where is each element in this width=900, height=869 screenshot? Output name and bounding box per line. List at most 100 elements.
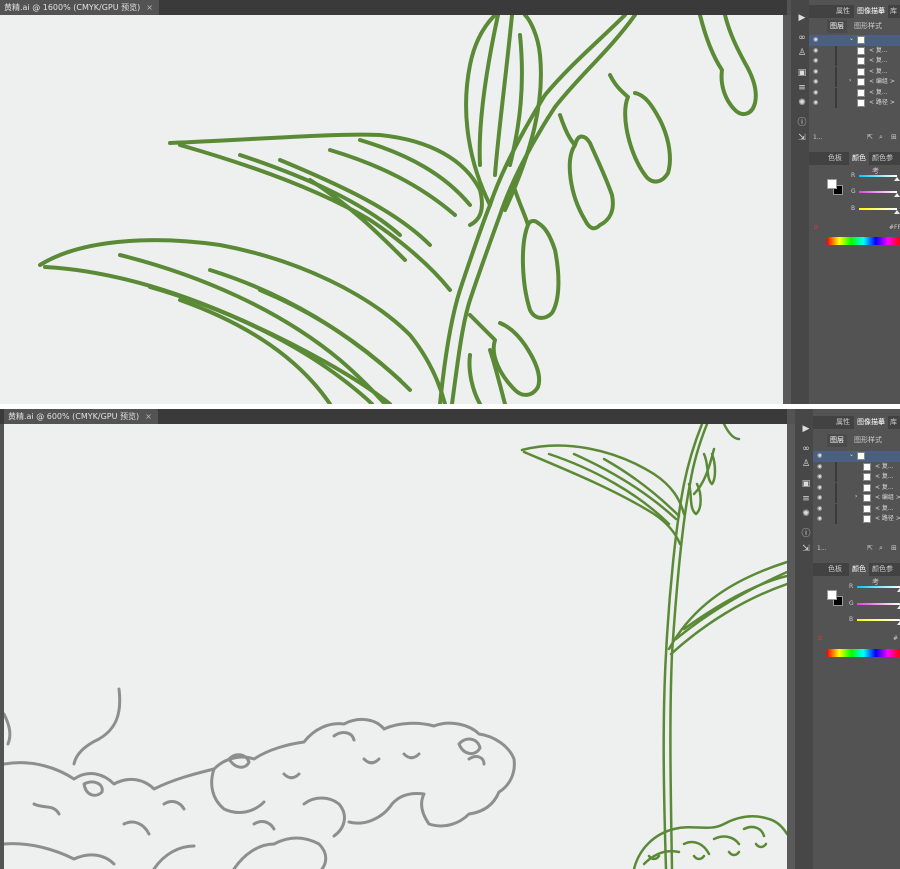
puppet-icon[interactable]: ♙ — [799, 458, 813, 470]
layer-row[interactable]: ◉ < 路径 > — [813, 514, 900, 525]
tab-properties[interactable]: 属性 — [833, 416, 853, 429]
hex-value[interactable]: FF — [894, 224, 900, 231]
layer-row[interactable]: ◉ ⌄ — [813, 451, 900, 462]
layer-row[interactable]: ◉ › < 编组 > — [813, 493, 900, 504]
tab-layers[interactable]: 图层 — [827, 20, 847, 33]
export-icon[interactable]: ⇲ — [795, 132, 809, 144]
tab-image-trace[interactable]: 图像描摹 — [854, 5, 888, 18]
layer-row[interactable]: ◉ < 路径 > — [809, 98, 900, 109]
link-icon[interactable]: ∞ — [795, 32, 809, 44]
channel-row[interactable]: R — [813, 583, 900, 592]
sun-icon[interactable]: ✺ — [799, 508, 813, 520]
tab-color[interactable]: 颜色 — [849, 152, 869, 165]
layer-row[interactable]: ◉ › < 编组 > — [809, 77, 900, 88]
layer-row[interactable]: ◉ < 复... — [813, 482, 900, 494]
search-icon[interactable]: ⌕ — [879, 133, 883, 142]
color-spectrum[interactable] — [827, 237, 900, 245]
document-tab[interactable]: 黄精.ai @ 1600% (CMYK/GPU 预览) × — [0, 0, 159, 15]
layer-row[interactable]: ◉ < 复... — [809, 45, 900, 57]
color-spectrum[interactable] — [827, 649, 900, 657]
slider-knob[interactable] — [896, 588, 900, 592]
slider-knob[interactable] — [896, 605, 900, 609]
layer-row[interactable]: ◉ < 复... — [809, 56, 900, 67]
layers-icon[interactable]: ▣ — [795, 67, 809, 79]
channel-row[interactable]: G — [813, 600, 900, 609]
eye-icon[interactable]: ◉ — [817, 452, 822, 459]
tab-color[interactable]: 颜色 — [849, 563, 869, 576]
tab-swatches[interactable]: 色板 — [825, 563, 845, 576]
tab-libraries[interactable]: 库 — [887, 5, 900, 18]
eye-icon[interactable]: ◉ — [817, 473, 822, 480]
new-layer-icon[interactable]: ⊞ — [891, 544, 897, 552]
channel-row[interactable]: B — [809, 205, 900, 214]
eye-icon[interactable]: ◉ — [817, 463, 822, 470]
artboard-canvas[interactable] — [4, 424, 787, 869]
eye-icon[interactable]: ◉ — [817, 505, 822, 512]
slider-knob[interactable] — [896, 621, 900, 625]
layer-row[interactable]: ◉ < 复... — [813, 472, 900, 483]
tab-swatches[interactable]: 色板 — [825, 152, 845, 165]
eye-icon[interactable]: ◉ — [813, 47, 818, 54]
slider-knob[interactable] — [893, 193, 900, 197]
export-icon[interactable]: ⇱ — [867, 133, 873, 141]
expand-icon[interactable]: ⌄ — [849, 35, 854, 42]
layer-row[interactable]: ◉ < 复... — [809, 87, 900, 99]
info-icon[interactable]: ⓘ — [795, 117, 809, 129]
tab-properties[interactable]: 属性 — [833, 5, 853, 18]
eye-icon[interactable]: ◉ — [813, 36, 818, 43]
document-tab[interactable]: 黄精.ai @ 600% (CMYK/GPU 预览) × — [4, 409, 158, 424]
eye-icon[interactable]: ◉ — [813, 78, 818, 85]
layer-row[interactable]: ◉ ⌄ — [809, 35, 900, 46]
channel-row[interactable]: R — [809, 172, 900, 181]
artboard-canvas[interactable] — [0, 15, 783, 404]
vertical-scrollbar[interactable] — [783, 15, 791, 404]
channel-slider[interactable] — [859, 175, 897, 177]
fill-swatch[interactable] — [827, 590, 837, 600]
export-icon[interactable]: ⇲ — [799, 543, 813, 555]
tab-graphic-styles[interactable]: 图形样式 — [851, 434, 885, 447]
align-icon[interactable]: ≡ — [799, 493, 813, 505]
layer-row[interactable]: ◉ < 复... — [809, 66, 900, 78]
link-icon[interactable]: ∞ — [799, 443, 813, 455]
slider-knob[interactable] — [893, 177, 900, 181]
eye-icon[interactable]: ◉ — [817, 494, 822, 501]
channel-slider[interactable] — [859, 191, 897, 193]
channel-slider[interactable] — [859, 208, 897, 210]
close-icon[interactable]: × — [146, 3, 153, 12]
eye-icon[interactable]: ◉ — [813, 68, 818, 75]
puppet-icon[interactable]: ♙ — [795, 47, 809, 59]
tab-libraries[interactable]: 库 — [887, 416, 900, 429]
channel-slider[interactable] — [857, 586, 900, 588]
play-icon[interactable]: ▶ — [799, 423, 813, 435]
eye-icon[interactable]: ◉ — [813, 89, 818, 96]
tab-graphic-styles[interactable]: 图形样式 — [851, 20, 885, 33]
search-icon[interactable]: ⌕ — [879, 544, 883, 553]
vertical-scrollbar[interactable] — [787, 424, 795, 869]
expand-icon[interactable]: ⌄ — [849, 451, 854, 458]
layer-row[interactable]: ◉ < 复... — [813, 503, 900, 515]
eye-icon[interactable]: ◉ — [813, 99, 818, 106]
channel-row[interactable]: G — [809, 188, 900, 197]
close-icon[interactable]: × — [145, 412, 152, 421]
channel-slider[interactable] — [857, 619, 900, 621]
layer-row[interactable]: ◉ < 复... — [813, 461, 900, 473]
new-layer-icon[interactable]: ⊞ — [891, 133, 897, 141]
sun-icon[interactable]: ✺ — [795, 97, 809, 109]
tab-image-trace[interactable]: 图像描摹 — [854, 416, 888, 429]
none-icon[interactable]: ⧄ — [814, 224, 818, 232]
channel-row[interactable]: B — [813, 616, 900, 625]
slider-knob[interactable] — [893, 210, 900, 214]
eye-icon[interactable]: ◉ — [817, 515, 822, 522]
info-icon[interactable]: ⓘ — [799, 528, 813, 540]
layers-icon[interactable]: ▣ — [799, 478, 813, 490]
eye-icon[interactable]: ◉ — [817, 484, 822, 491]
expand-icon[interactable]: › — [855, 493, 857, 500]
tab-layers[interactable]: 图层 — [827, 434, 847, 447]
play-icon[interactable]: ▶ — [795, 12, 809, 24]
none-icon[interactable]: ⧄ — [818, 635, 822, 643]
align-icon[interactable]: ≡ — [795, 82, 809, 94]
channel-slider[interactable] — [857, 603, 900, 605]
expand-icon[interactable]: › — [849, 77, 851, 84]
export-icon[interactable]: ⇱ — [867, 544, 873, 552]
eye-icon[interactable]: ◉ — [813, 57, 818, 64]
